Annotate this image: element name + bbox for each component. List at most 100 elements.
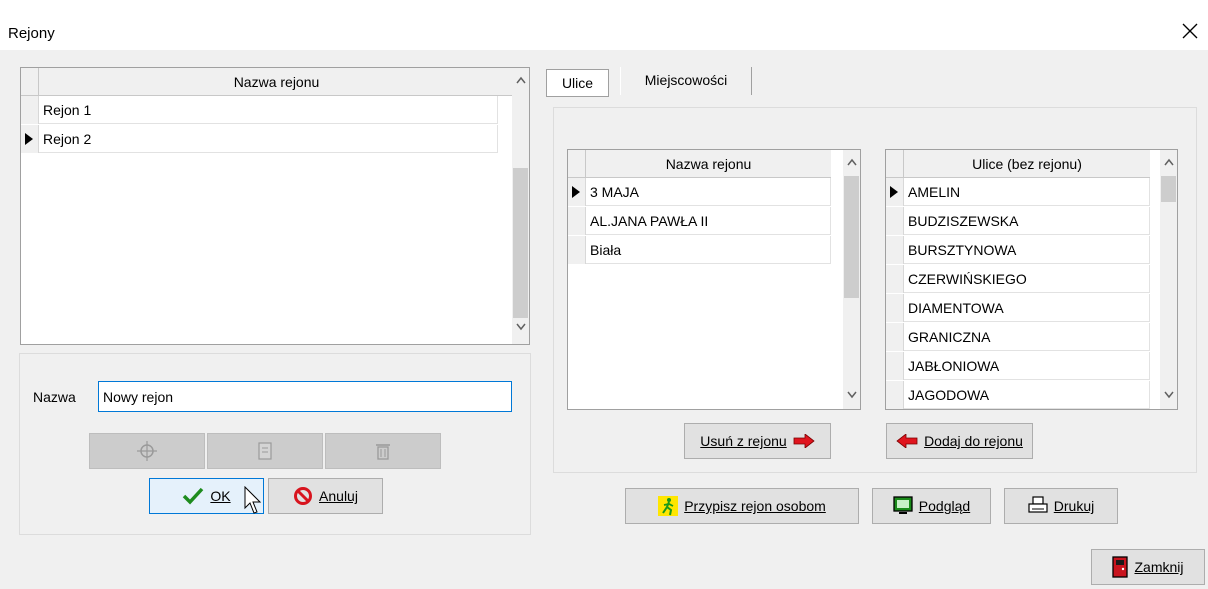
street-name: Biała — [590, 242, 622, 258]
regions-grid[interactable]: Nazwa rejonu Rejon 1 Rejon 2 — [20, 67, 530, 345]
regions-grid-header[interactable]: Nazwa rejonu — [39, 68, 514, 96]
preview-button[interactable]: Podgląd — [872, 488, 991, 524]
region-streets-grid[interactable]: Nazwa rejonu 3 MAJA AL.JANA PAWŁA II Bia… — [567, 149, 861, 410]
edit-button[interactable] — [207, 433, 323, 469]
cancel-button[interactable]: Anuluj — [268, 478, 383, 514]
table-row[interactable]: Rejon 2 — [21, 125, 498, 153]
new-button[interactable] — [89, 433, 205, 469]
unassigned-streets-grid[interactable]: Ulice (bez rejonu) AMELIN BUDZISZEWSKA B… — [885, 149, 1178, 410]
table-row[interactable]: DIAMENTOWA — [886, 294, 1150, 322]
running-person-icon — [658, 496, 679, 516]
row-indicator — [886, 236, 904, 264]
street-name: BUDZISZEWSKA — [908, 213, 1019, 229]
ok-label: OK — [210, 488, 231, 504]
street-name: CZERWIŃSKIEGO — [908, 271, 1027, 287]
street-name: JABŁONIOWA — [908, 358, 1000, 374]
table-row[interactable]: AL.JANA PAWŁA II — [568, 207, 831, 235]
table-row[interactable]: JABŁONIOWA — [886, 352, 1150, 380]
street-name: BURSZTYNOWA — [908, 242, 1017, 258]
row-indicator — [886, 381, 904, 409]
tab-label: Miejscowości — [644, 72, 728, 88]
scroll-up-icon[interactable] — [1160, 155, 1177, 172]
assign-region-button[interactable]: Przypisz rejon osobom — [625, 488, 859, 524]
assign-label: Przypisz rejon osobom — [684, 498, 826, 514]
scroll-thumb[interactable] — [513, 168, 528, 318]
row-indicator — [568, 236, 586, 264]
row-indicator — [886, 323, 904, 351]
table-row[interactable]: Biała — [568, 236, 831, 264]
table-row[interactable]: BURSZTYNOWA — [886, 236, 1150, 264]
arrow-left-icon — [896, 434, 918, 448]
grid-indicator-header — [886, 150, 904, 178]
print-button[interactable]: Drukuj — [1004, 488, 1118, 524]
scroll-down-icon[interactable] — [1160, 388, 1177, 405]
street-name: AMELIN — [908, 184, 961, 200]
street-name: GRANICZNA — [908, 329, 991, 345]
street-name: JAGODOWA — [908, 387, 990, 403]
close-window-button[interactable] — [1176, 17, 1204, 45]
street-name: 3 MAJA — [590, 184, 640, 200]
row-indicator — [568, 207, 586, 235]
remove-label: Usuń z rejonu — [700, 433, 787, 449]
tab-label: Ulice — [561, 75, 594, 91]
row-indicator — [21, 125, 39, 153]
row-indicator — [886, 265, 904, 293]
grid-indicator-header — [568, 150, 586, 178]
row-indicator — [886, 207, 904, 235]
table-row[interactable]: Rejon 1 — [21, 96, 498, 124]
door-icon — [1112, 556, 1129, 578]
checkmark-icon — [183, 487, 204, 505]
close-button[interactable]: Zamknij — [1091, 549, 1205, 585]
remove-from-region-button[interactable]: Usuń z rejonu — [684, 423, 831, 459]
row-indicator — [886, 352, 904, 380]
add-label: Dodaj do rejonu — [924, 433, 1023, 449]
scroll-thumb[interactable] — [844, 176, 859, 298]
preview-label: Podgląd — [918, 498, 971, 514]
trash-icon — [376, 444, 390, 460]
edit-record-icon — [258, 442, 272, 460]
name-label: Nazwa — [33, 389, 76, 405]
close-label: Zamknij — [1134, 559, 1184, 575]
current-row-icon — [25, 133, 33, 145]
new-record-icon — [137, 441, 157, 461]
unassigned-streets-header[interactable]: Ulice (bez rejonu) — [904, 150, 1150, 178]
close-icon — [1182, 23, 1198, 39]
table-row[interactable]: BUDZISZEWSKA — [886, 207, 1150, 235]
scroll-down-icon[interactable] — [512, 320, 529, 337]
region-name: Rejon 2 — [43, 131, 92, 147]
table-row[interactable]: GRANICZNA — [886, 323, 1150, 351]
mouse-cursor-icon — [244, 486, 262, 514]
window-title: Rejony — [8, 25, 55, 42]
tab-ulice[interactable]: Ulice — [546, 69, 609, 97]
grid-indicator-header — [21, 68, 39, 96]
scroll-thumb[interactable] — [1161, 176, 1176, 202]
row-indicator — [886, 294, 904, 322]
delete-button[interactable] — [325, 433, 441, 469]
scroll-up-icon[interactable] — [843, 155, 860, 172]
arrow-right-icon — [793, 434, 815, 448]
regions-scrollbar[interactable] — [512, 68, 529, 344]
table-row[interactable]: CZERWIŃSKIEGO — [886, 265, 1150, 293]
region-streets-header[interactable]: Nazwa rejonu — [586, 150, 831, 178]
region-streets-scrollbar[interactable] — [843, 150, 860, 409]
title-bar — [0, 0, 1208, 50]
print-label: Drukuj — [1053, 498, 1095, 514]
bottom-edge — [0, 585, 1208, 589]
row-indicator — [568, 178, 586, 206]
add-to-region-button[interactable]: Dodaj do rejonu — [886, 423, 1033, 459]
cancel-icon — [294, 487, 313, 505]
region-name: Rejon 1 — [43, 102, 92, 118]
table-row[interactable]: AMELIN — [886, 178, 1150, 206]
scroll-up-icon[interactable] — [512, 73, 529, 90]
table-row[interactable]: JAGODOWA — [886, 381, 1150, 409]
table-row[interactable]: 3 MAJA — [568, 178, 831, 206]
row-indicator — [21, 96, 39, 124]
street-name: DIAMENTOWA — [908, 300, 1004, 316]
row-indicator — [886, 178, 904, 206]
region-name-input[interactable] — [98, 381, 512, 412]
scroll-down-icon[interactable] — [843, 388, 860, 405]
unassigned-streets-scrollbar[interactable] — [1160, 150, 1177, 409]
current-row-icon — [572, 186, 580, 198]
monitor-icon — [893, 496, 913, 514]
tab-miejscowosci[interactable]: Miejscowości — [620, 67, 752, 95]
